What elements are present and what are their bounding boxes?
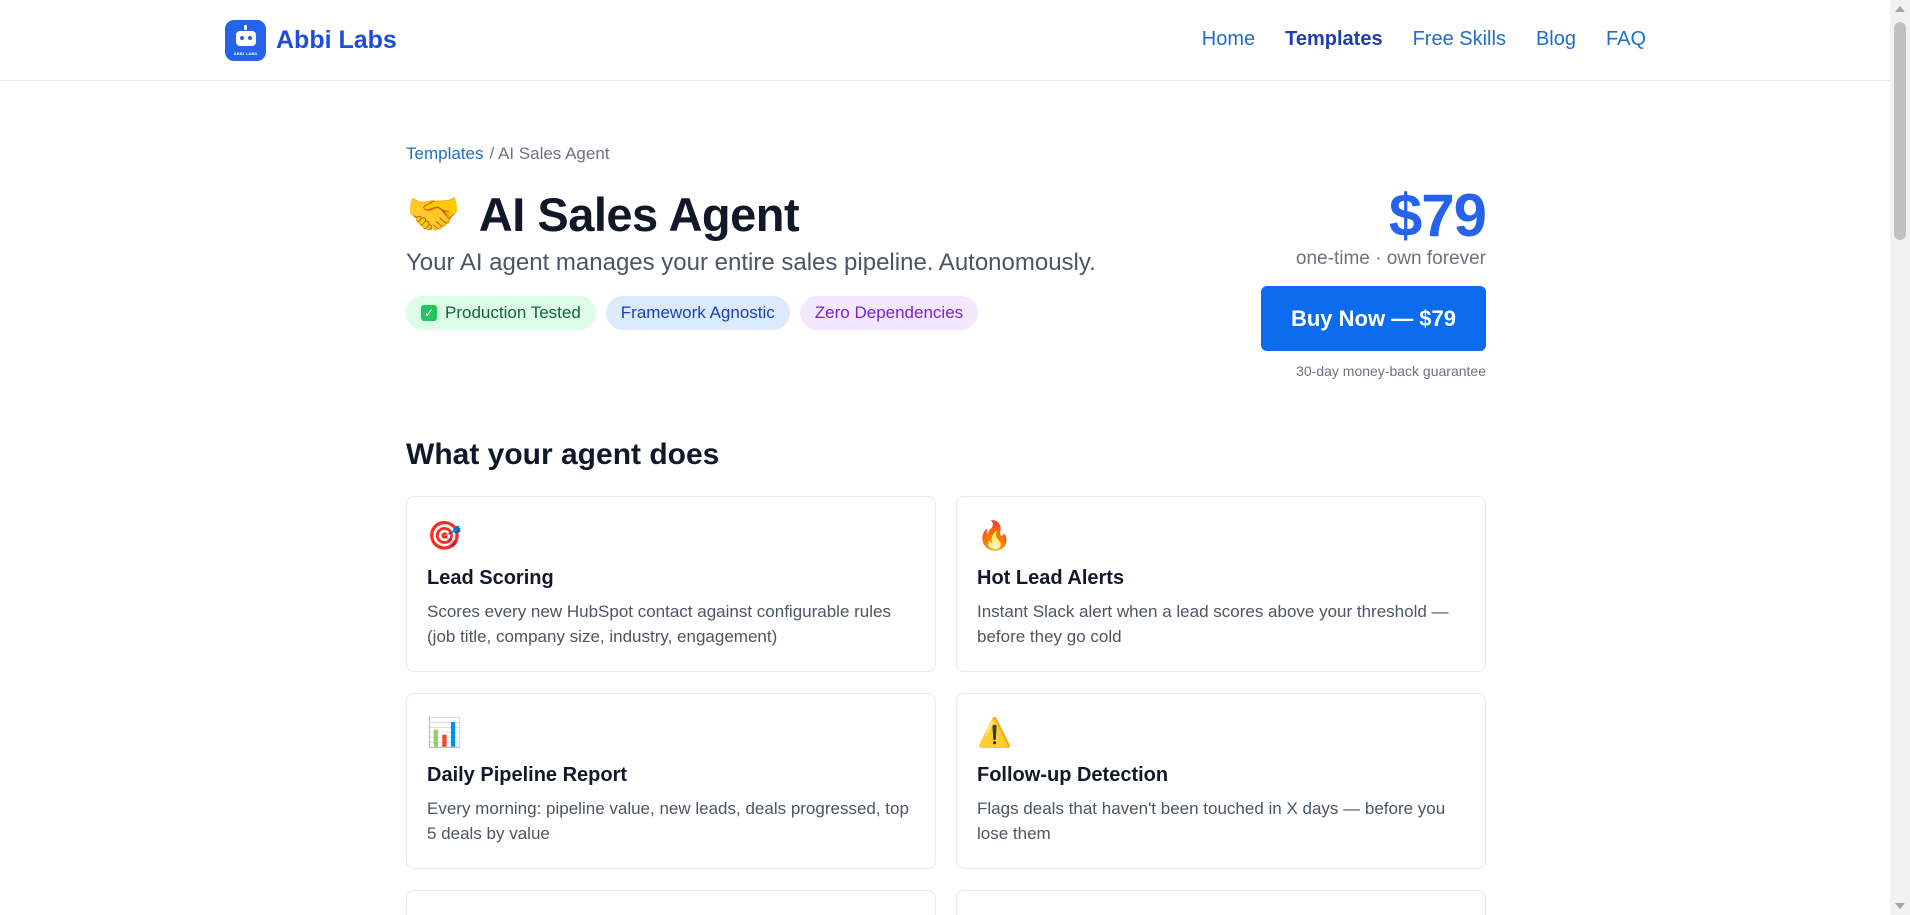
feature-card: ⚠️ Follow-up Detection Flags deals that …: [956, 693, 1486, 869]
warning-icon: ⚠️: [977, 717, 1012, 748]
badge-zero-dependencies: Zero Dependencies: [799, 296, 979, 330]
logo-caption: ABBI LABS: [233, 51, 258, 56]
checkmark-icon: ✓: [421, 305, 437, 321]
nav-faq[interactable]: FAQ: [1606, 28, 1646, 51]
pricing-panel: $79 one-time · own forever Buy Now — $79…: [1186, 182, 1487, 379]
badge-label: Production Tested: [445, 303, 581, 322]
feature-card: 📊 Daily Pipeline Report Every morning: p…: [406, 693, 936, 869]
feature-description: Flags deals that haven't been touched in…: [977, 799, 1446, 843]
feature-title: Follow-up Detection: [977, 764, 1169, 786]
scroll-thumb[interactable]: [1894, 22, 1906, 240]
badge-framework-agnostic: Framework Agnostic: [605, 296, 790, 330]
buy-now-button[interactable]: Buy Now — $79: [1261, 286, 1486, 351]
features-heading: What your agent does: [406, 438, 720, 471]
badge-label: Framework Agnostic: [620, 303, 775, 322]
badge-list: ✓ Production Tested Framework Agnostic Z…: [406, 296, 979, 330]
breadcrumb-templates-link[interactable]: Templates: [406, 144, 483, 164]
scroll-up-arrow-icon[interactable]: [1895, 6, 1905, 12]
bar-chart-icon: 📊: [427, 717, 462, 748]
main-nav: Home Templates Free Skills Blog FAQ: [1202, 28, 1646, 51]
nav-home[interactable]: Home: [1202, 28, 1255, 51]
product-heading: 🤝 AI Sales Agent: [406, 187, 800, 242]
feature-description: Every morning: pipeline value, new leads…: [427, 799, 909, 843]
badge-label: Zero Dependencies: [814, 303, 964, 322]
feature-card-partial: [406, 890, 936, 915]
page-title: AI Sales Agent: [478, 188, 800, 241]
brand-name: Abbi Labs: [276, 26, 397, 54]
feature-description: Instant Slack alert when a lead scores a…: [977, 602, 1449, 646]
nav-blog[interactable]: Blog: [1536, 28, 1576, 51]
product-subtitle: Your AI agent manages your entire sales …: [406, 249, 1096, 276]
page-scrollbar[interactable]: [1890, 0, 1910, 915]
feature-title: Lead Scoring: [427, 567, 554, 589]
feature-card: 🔥 Hot Lead Alerts Instant Slack alert wh…: [956, 496, 1486, 672]
breadcrumb-current: / AI Sales Agent: [489, 144, 610, 163]
site-header: ABBI LABS Abbi Labs Home Templates Free …: [0, 0, 1890, 81]
nav-templates[interactable]: Templates: [1285, 28, 1382, 51]
feature-card: 🎯 Lead Scoring Scores every new HubSpot …: [406, 496, 936, 672]
feature-grid: 🎯 Lead Scoring Scores every new HubSpot …: [406, 496, 1486, 915]
feature-description: Scores every new HubSpot contact against…: [427, 602, 891, 646]
target-icon: 🎯: [427, 520, 462, 551]
guarantee-note: 30-day money-back guarantee: [1296, 363, 1486, 379]
feature-title: Daily Pipeline Report: [427, 764, 628, 786]
brand-link[interactable]: ABBI LABS Abbi Labs: [225, 20, 397, 61]
robot-icon: ABBI LABS: [225, 20, 266, 61]
badge-production-tested: ✓ Production Tested: [406, 296, 596, 330]
feature-card-partial: [956, 890, 1486, 915]
handshake-icon: 🤝: [406, 189, 461, 239]
scroll-down-arrow-icon[interactable]: [1895, 903, 1905, 909]
fire-icon: 🔥: [977, 520, 1012, 551]
nav-free-skills[interactable]: Free Skills: [1413, 28, 1506, 51]
feature-title: Hot Lead Alerts: [977, 567, 1125, 589]
breadcrumb: Templates / AI Sales Agent: [406, 144, 610, 164]
price-note: one-time · own forever: [1295, 248, 1486, 269]
price: $79: [1388, 182, 1487, 249]
